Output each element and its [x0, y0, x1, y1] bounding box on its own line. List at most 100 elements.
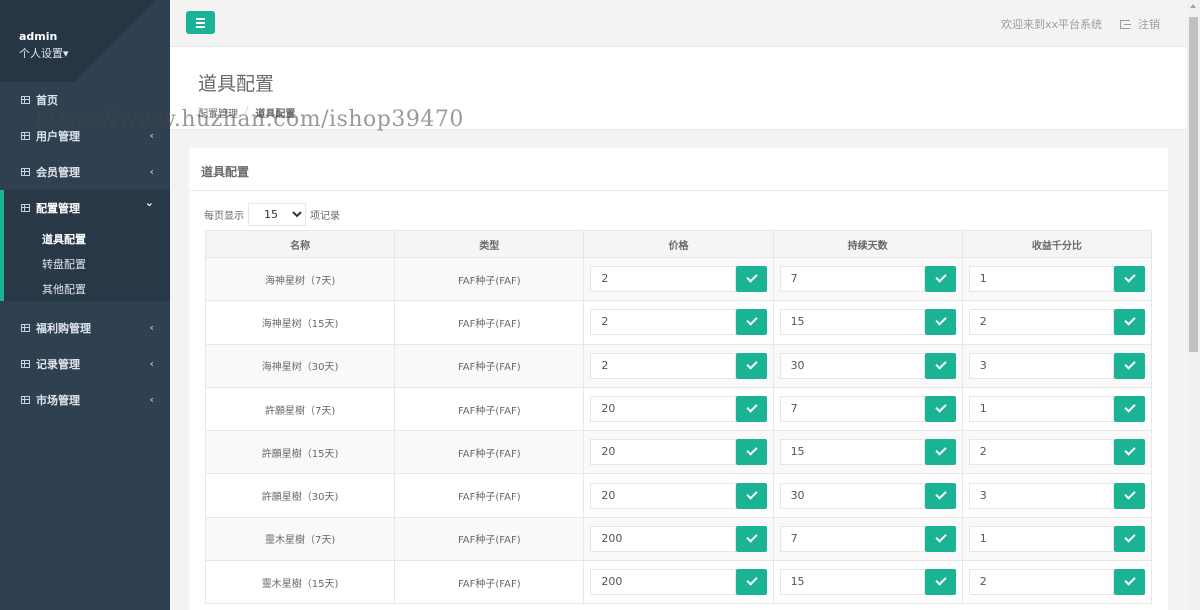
confirm-check-button[interactable]	[1114, 439, 1145, 466]
price-editor: 200	[584, 525, 772, 552]
confirm-check-button[interactable]	[1114, 482, 1145, 509]
ratio-input[interactable]: 2	[968, 439, 1114, 466]
scrollbar-thumb[interactable]	[1189, 17, 1198, 352]
column-header-days[interactable]: 持续天数	[772, 230, 963, 258]
ratio-input[interactable]: 3	[968, 352, 1114, 379]
sidebar: admin 个人设置▾ 首页 用户管理 ‹ 会员管理 ‹ 配置管理 ⌄ 道具配置…	[0, 0, 170, 610]
sidebar-item-welfare-management[interactable]: 福利购管理 ‹	[0, 310, 170, 346]
confirm-check-button[interactable]	[735, 439, 767, 466]
sidebar-subitem-other-config[interactable]: 其他配置	[4, 276, 170, 301]
days-editor: 15	[774, 569, 962, 596]
confirm-check-button[interactable]	[735, 525, 767, 552]
column-header-ratio[interactable]: 收益千分比	[961, 230, 1153, 258]
price-input[interactable]: 200	[590, 525, 736, 552]
page-length-select[interactable]: 15	[248, 203, 306, 226]
cell-name: 海神星树（7天)	[204, 256, 396, 302]
page-scrollbar[interactable]	[1187, 0, 1200, 610]
price-input[interactable]: 20	[590, 482, 736, 509]
cell-name: 靈木星樹（15天)	[204, 560, 396, 605]
confirm-check-button[interactable]	[1114, 352, 1145, 379]
hamburger-icon	[196, 18, 205, 20]
confirm-check-button[interactable]	[735, 352, 767, 379]
confirm-check-button[interactable]	[924, 396, 956, 423]
column-header-price[interactable]: 价格	[583, 230, 774, 258]
chevron-down-icon: ⌄	[144, 196, 154, 209]
ratio-editor: 1	[963, 266, 1151, 293]
cell-name: 許願星樹（30天)	[204, 473, 396, 518]
days-input[interactable]: 15	[779, 439, 925, 466]
price-input[interactable]: 2	[590, 352, 736, 379]
days-input[interactable]: 30	[779, 482, 925, 509]
confirm-check-button[interactable]	[1114, 525, 1145, 552]
breadcrumb-link-config[interactable]: 配置管理	[198, 105, 238, 120]
days-input[interactable]: 15	[779, 309, 925, 336]
scroll-up-arrow-icon[interactable]	[1190, 4, 1196, 8]
confirm-check-button[interactable]	[735, 396, 767, 423]
price-input[interactable]: 20	[590, 439, 736, 466]
ratio-input[interactable]: 1	[968, 266, 1114, 293]
price-input[interactable]: 20	[590, 396, 736, 423]
confirm-check-button[interactable]	[1114, 569, 1145, 596]
table-row: 靈木星樹（15天) FAF种子(FAF) 200 15 2	[204, 560, 1153, 605]
sidebar-item-home[interactable]: 首页	[0, 82, 170, 118]
ratio-input[interactable]: 2	[968, 309, 1114, 336]
logout-link[interactable]: 注销	[1120, 16, 1160, 32]
ratio-input[interactable]: 1	[968, 525, 1114, 552]
confirm-check-button[interactable]	[735, 266, 767, 293]
ratio-editor: 2	[963, 439, 1151, 466]
table-row: 許願星樹（7天) FAF种子(FAF) 20 7 1	[204, 386, 1153, 432]
menu-toggle-button[interactable]	[186, 11, 215, 34]
table-header-row: 名称 类型 价格 持续天数 收益千分比	[204, 230, 1153, 258]
days-input[interactable]: 7	[779, 266, 925, 293]
days-editor: 30	[774, 482, 962, 509]
cell-days: 30	[772, 343, 963, 388]
days-input[interactable]: 15	[779, 569, 925, 596]
cell-price: 2	[583, 343, 774, 388]
sidebar-item-record-management[interactable]: 记录管理 ‹	[0, 346, 170, 382]
days-input[interactable]: 7	[779, 525, 925, 552]
sidebar-item-user-management[interactable]: 用户管理 ‹	[0, 118, 170, 154]
cell-ratio: 1	[961, 256, 1153, 302]
hamburger-icon	[196, 22, 205, 24]
confirm-check-button[interactable]	[924, 525, 956, 552]
personal-settings-dropdown[interactable]: 个人设置▾	[19, 45, 170, 61]
days-input[interactable]: 7	[779, 396, 925, 423]
sidebar-subitem-prop-config[interactable]: 道具配置	[4, 226, 170, 251]
confirm-check-button[interactable]	[924, 352, 956, 379]
price-input[interactable]: 2	[590, 266, 736, 293]
chevron-left-icon: ‹	[149, 393, 154, 406]
days-input[interactable]: 30	[779, 352, 925, 379]
cell-ratio: 2	[961, 300, 1153, 345]
table-row: 海神星树（30天) FAF种子(FAF) 2 30 3	[204, 343, 1153, 388]
sidebar-item-label: 会员管理	[36, 166, 80, 179]
sidebar-item-config-management[interactable]: 配置管理 ⌄	[4, 190, 170, 226]
confirm-check-button[interactable]	[735, 309, 767, 336]
column-header-type[interactable]: 类型	[394, 230, 585, 258]
confirm-check-button[interactable]	[924, 266, 956, 293]
confirm-check-button[interactable]	[924, 482, 956, 509]
column-header-name[interactable]: 名称	[204, 230, 396, 258]
confirm-check-button[interactable]	[1114, 309, 1145, 336]
ratio-editor: 1	[963, 396, 1151, 423]
confirm-check-button[interactable]	[1114, 266, 1145, 293]
confirm-check-button[interactable]	[735, 482, 767, 509]
cell-type: FAF种子(FAF)	[394, 300, 585, 345]
ratio-input[interactable]: 1	[968, 396, 1114, 423]
table-row: 許願星樹（15天) FAF种子(FAF) 20 15 2	[204, 430, 1153, 475]
price-input[interactable]: 2	[590, 309, 736, 336]
sidebar-item-market-management[interactable]: 市场管理 ‹	[0, 382, 170, 418]
ratio-input[interactable]: 2	[968, 569, 1114, 596]
length-prefix: 每页显示	[204, 211, 244, 222]
confirm-check-button[interactable]	[924, 439, 956, 466]
sidebar-item-label: 记录管理	[36, 358, 80, 371]
confirm-check-button[interactable]	[924, 569, 956, 596]
chevron-left-icon: ‹	[149, 129, 154, 142]
confirm-check-button[interactable]	[1114, 396, 1145, 423]
ratio-input[interactable]: 3	[968, 482, 1114, 509]
sidebar-item-member-management[interactable]: 会员管理 ‹	[0, 154, 170, 190]
confirm-check-button[interactable]	[924, 309, 956, 336]
price-input[interactable]: 200	[590, 569, 736, 596]
days-editor: 7	[774, 266, 962, 293]
confirm-check-button[interactable]	[735, 569, 767, 596]
sidebar-subitem-wheel-config[interactable]: 转盘配置	[4, 251, 170, 276]
